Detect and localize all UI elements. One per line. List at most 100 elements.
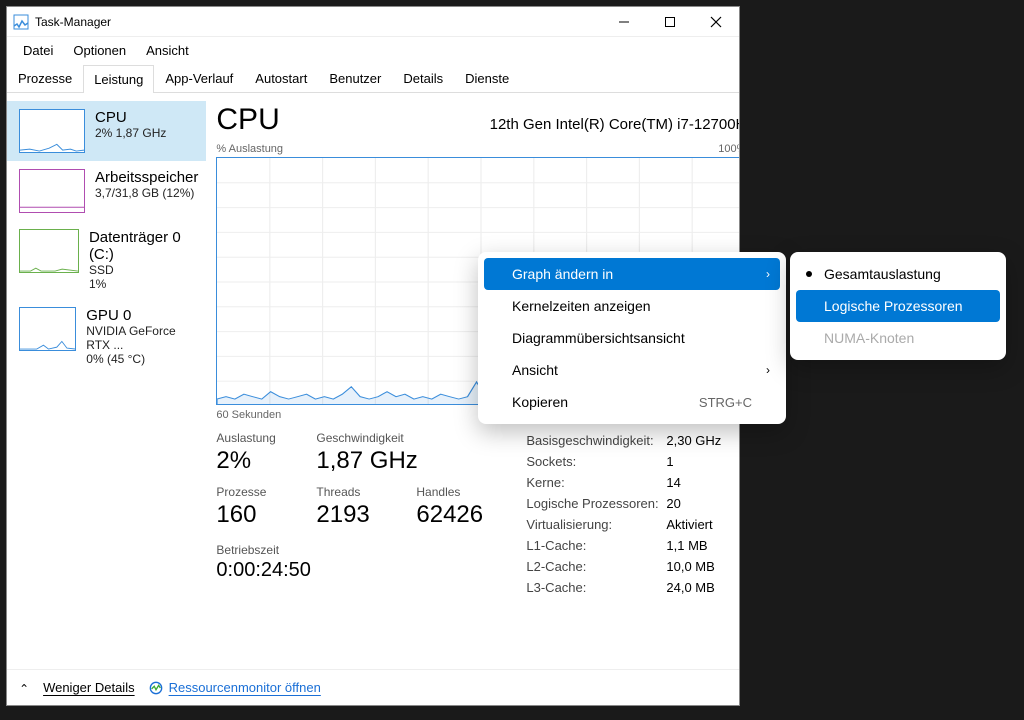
ctx-overall-label: Gesamtauslastung [824,266,941,282]
lp-label: Logische Prozessoren: [526,496,666,511]
handle-label: Handles [416,485,496,499]
ctx-copy[interactable]: Kopieren STRG+C [484,386,780,418]
ctx-logical-label: Logische Prozessoren [824,298,963,314]
virt-value: Aktiviert [666,517,739,532]
maximize-icon [664,16,676,28]
thread-label: Threads [316,485,396,499]
ctx-copy-label: Kopieren [512,394,568,410]
sidebar-mem-sub: 3,7/31,8 GB (12%) [95,186,198,200]
l3-value: 24,0 MB [666,580,739,595]
sidebar-item-gpu[interactable]: GPU 0 NVIDIA GeForce RTX ... 0% (45 °C) [7,299,206,374]
context-menu-graph: Graph ändern in › Kernelzeiten anzeigen … [478,252,786,424]
ctx-copy-shortcut: STRG+C [699,395,752,410]
sockets-value: 1 [666,454,739,469]
l3-label: L3-Cache: [526,580,666,595]
sidebar-cpu-sub: 2% 1,87 GHz [95,126,166,140]
menubar: Datei Optionen Ansicht [7,37,739,64]
cpu-thumb-icon [19,109,85,153]
tab-performance[interactable]: Leistung [83,65,154,93]
sidebar-gpu-title: GPU 0 [86,307,198,324]
graph-y-label: % Auslastung [216,143,283,155]
resource-monitor-link[interactable]: Ressourcenmonitor öffnen [169,680,321,695]
ctx-view[interactable]: Ansicht › [484,354,780,386]
cpu-info-grid: Basisgeschwindigkeit: 2,30 GHz Sockets: … [526,433,739,595]
cpu-model: 12th Gen Intel(R) Core(TM) i7-12700H [490,116,739,133]
close-icon [710,16,722,28]
sockets-label: Sockets: [526,454,666,469]
handle-value: 62426 [416,501,496,529]
sidebar-disk-sub2: 1% [89,277,198,291]
tabs: Prozesse Leistung App-Verlauf Autostart … [7,64,739,93]
tab-startup[interactable]: Autostart [244,64,318,92]
uptime-label: Betriebszeit [216,543,496,557]
ctx-graph-change[interactable]: Graph ändern in › [484,258,780,290]
close-button[interactable] [693,7,739,37]
base-speed-value: 2,30 GHz [666,433,739,448]
base-speed-label: Basisgeschwindigkeit: [526,433,666,448]
cores-label: Kerne: [526,475,666,490]
sidebar: CPU 2% 1,87 GHz Arbeitsspeicher 3,7/31,8… [7,93,206,669]
sidebar-gpu-sub1: NVIDIA GeForce RTX ... [86,324,198,352]
ctx-view-label: Ansicht [512,362,558,378]
minimize-icon [618,16,630,28]
chevron-right-icon: › [766,363,770,377]
ctx-numa-nodes: NUMA-Knoten [796,322,1000,354]
tab-services[interactable]: Dienste [454,64,520,92]
disk-thumb-icon [19,229,79,273]
menu-view[interactable]: Ansicht [136,39,199,62]
proc-label: Prozesse [216,485,296,499]
l2-label: L2-Cache: [526,559,666,574]
sidebar-gpu-sub2: 0% (45 °C) [86,352,198,366]
util-value: 2% [216,447,296,475]
ctx-logical-processors[interactable]: Logische Prozessoren [796,290,1000,322]
lp-value: 20 [666,496,739,511]
page-title: CPU [216,103,279,137]
l2-value: 10,0 MB [666,559,739,574]
sidebar-cpu-title: CPU [95,109,166,126]
tab-processes[interactable]: Prozesse [7,64,83,92]
maximize-button[interactable] [647,7,693,37]
ctx-kernel-times[interactable]: Kernelzeiten anzeigen [484,290,780,322]
ctx-kernel-times-label: Kernelzeiten anzeigen [512,298,651,314]
tab-details[interactable]: Details [392,64,454,92]
sidebar-item-disk[interactable]: Datenträger 0 (C:) SSD 1% [7,221,206,299]
chevron-up-icon[interactable]: ⌄ [19,681,29,695]
titlebar: Task-Manager [7,7,739,37]
menu-file[interactable]: Datei [13,39,63,62]
l1-value: 1,1 MB [666,538,739,553]
thread-value: 2193 [316,501,396,529]
proc-value: 160 [216,501,296,529]
cores-value: 14 [666,475,739,490]
uptime-value: 0:00:24:50 [216,559,496,582]
fewer-details-link[interactable]: Weniger Details [43,680,135,695]
tab-users[interactable]: Benutzer [318,64,392,92]
ctx-overall-util[interactable]: Gesamtauslastung [796,258,1000,290]
ctx-overview[interactable]: Diagrammübersichtsansicht [484,322,780,354]
ctx-graph-change-label: Graph ändern in [512,266,613,282]
sidebar-disk-sub1: SSD [89,263,198,277]
ctx-numa-label: NUMA-Knoten [824,330,914,346]
app-icon [13,14,29,30]
bullet-icon [806,271,812,277]
memory-thumb-icon [19,169,85,213]
l1-label: L1-Cache: [526,538,666,553]
sidebar-item-memory[interactable]: Arbeitsspeicher 3,7/31,8 GB (12%) [7,161,206,221]
virt-label: Virtualisierung: [526,517,666,532]
graph-x-left: 60 Sekunden [216,409,281,421]
tab-app-history[interactable]: App-Verlauf [154,64,244,92]
minimize-button[interactable] [601,7,647,37]
chevron-right-icon: › [766,267,770,281]
util-label: Auslastung [216,431,296,445]
speed-value: 1,87 GHz [316,447,417,475]
sidebar-mem-title: Arbeitsspeicher [95,169,198,186]
gpu-thumb-icon [19,307,76,351]
resmon-icon [149,681,163,695]
context-submenu-graph-change: Gesamtauslastung Logische Prozessoren NU… [790,252,1006,360]
ctx-overview-label: Diagrammübersichtsansicht [512,330,685,346]
sidebar-item-cpu[interactable]: CPU 2% 1,87 GHz [7,101,206,161]
speed-label: Geschwindigkeit [316,431,417,445]
sidebar-disk-title: Datenträger 0 (C:) [89,229,198,263]
graph-y-max: 100% [718,143,739,155]
window-title: Task-Manager [35,15,601,29]
menu-options[interactable]: Optionen [63,39,136,62]
